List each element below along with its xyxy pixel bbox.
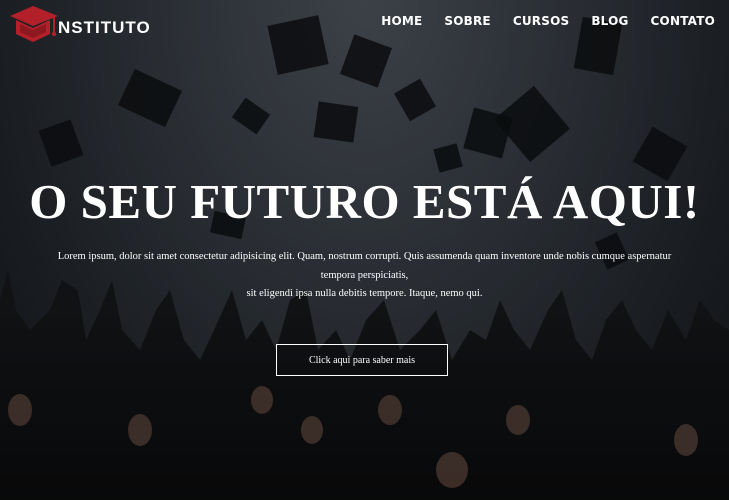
hero-lead-line: Lorem ipsum, dolor sit amet consectetur … [57,251,672,262]
logo-text: NSTITUTO [58,18,151,37]
main-nav: HOME SOBRE CURSOS BLOG CONTATO [359,12,715,30]
site-logo[interactable]: NSTITUTO [6,2,151,48]
hero-headline: O SEU FUTURO ESTÁ AQUI! [29,174,700,229]
nav-item-blog[interactable]: BLOG [591,12,628,30]
nav-item-home[interactable]: HOME [381,12,422,30]
nav-item-sobre[interactable]: SOBRE [444,12,490,30]
hero-lead-text: Lorem ipsum, dolor sit amet consectetur … [0,248,729,304]
learn-more-button[interactable]: Click aqui para saber mais [276,344,448,376]
nav-item-cursos[interactable]: CURSOS [513,12,569,30]
nav-item-contato[interactable]: CONTATO [651,12,715,30]
graduation-cap-icon [10,6,58,42]
hero-lead-line: sit eligendi ipsa nulla debitis tempore.… [246,288,483,299]
hero-lead-line: tempora perspiciatis, [320,269,409,281]
